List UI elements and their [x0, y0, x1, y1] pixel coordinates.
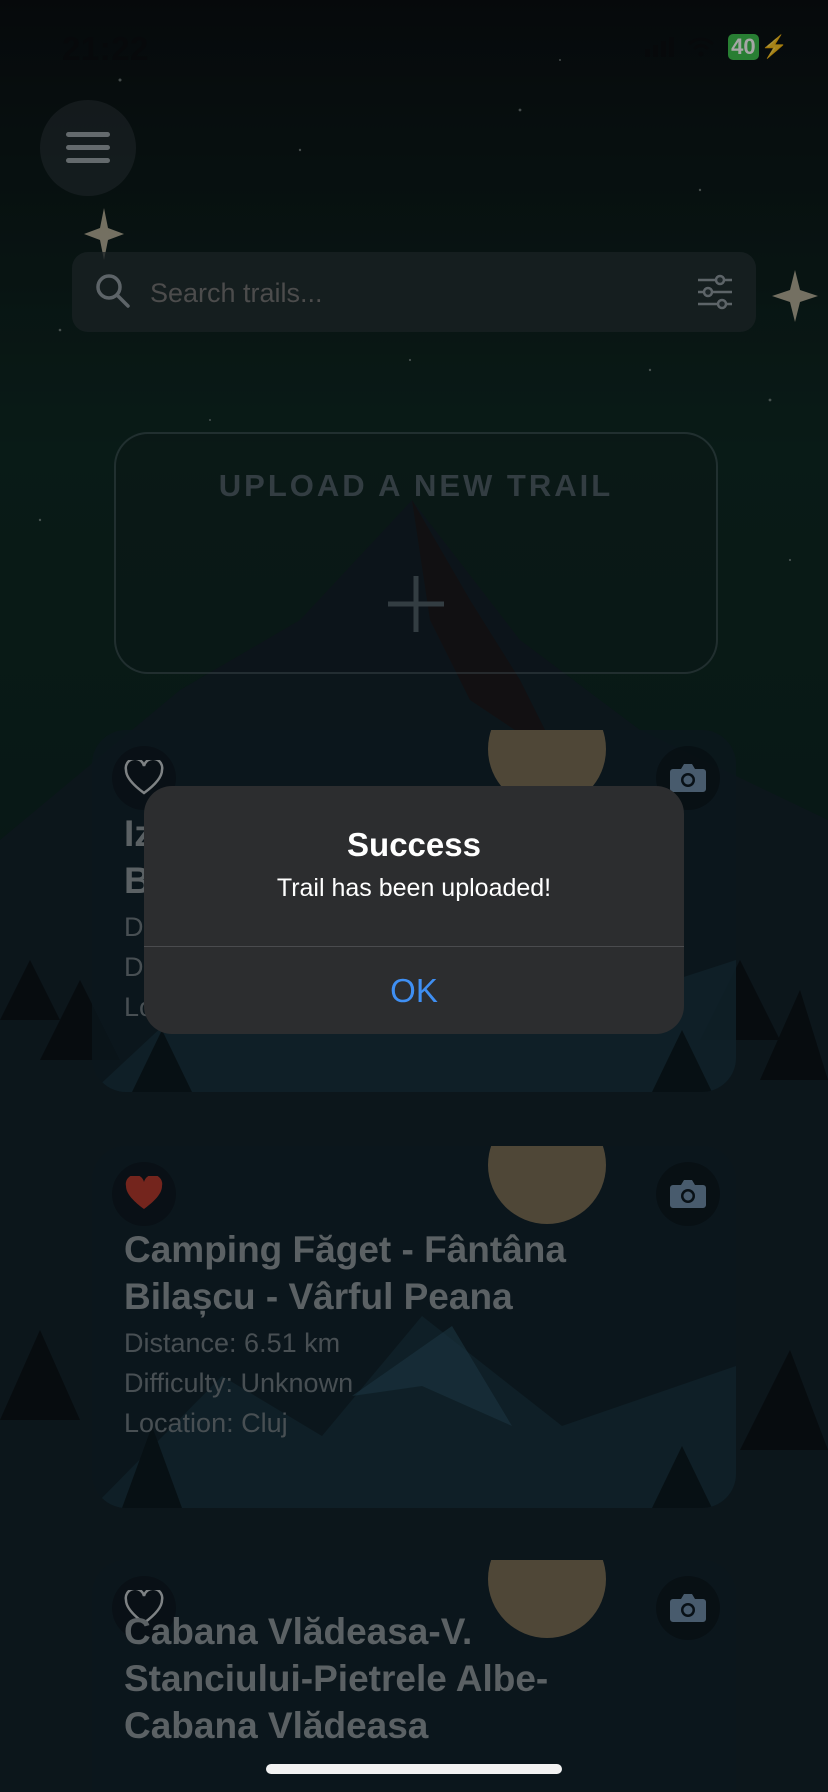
trails-screen: 21:22 40 ⚡ Search trails... UPLOAD A NEW… — [0, 0, 828, 1792]
home-indicator[interactable] — [266, 1764, 562, 1774]
success-alert: Success Trail has been uploaded! OK — [144, 786, 684, 1034]
alert-title: Success — [347, 826, 481, 863]
alert-message: Trail has been uploaded! — [276, 874, 552, 902]
alert-ok-button[interactable]: OK — [144, 947, 684, 1034]
